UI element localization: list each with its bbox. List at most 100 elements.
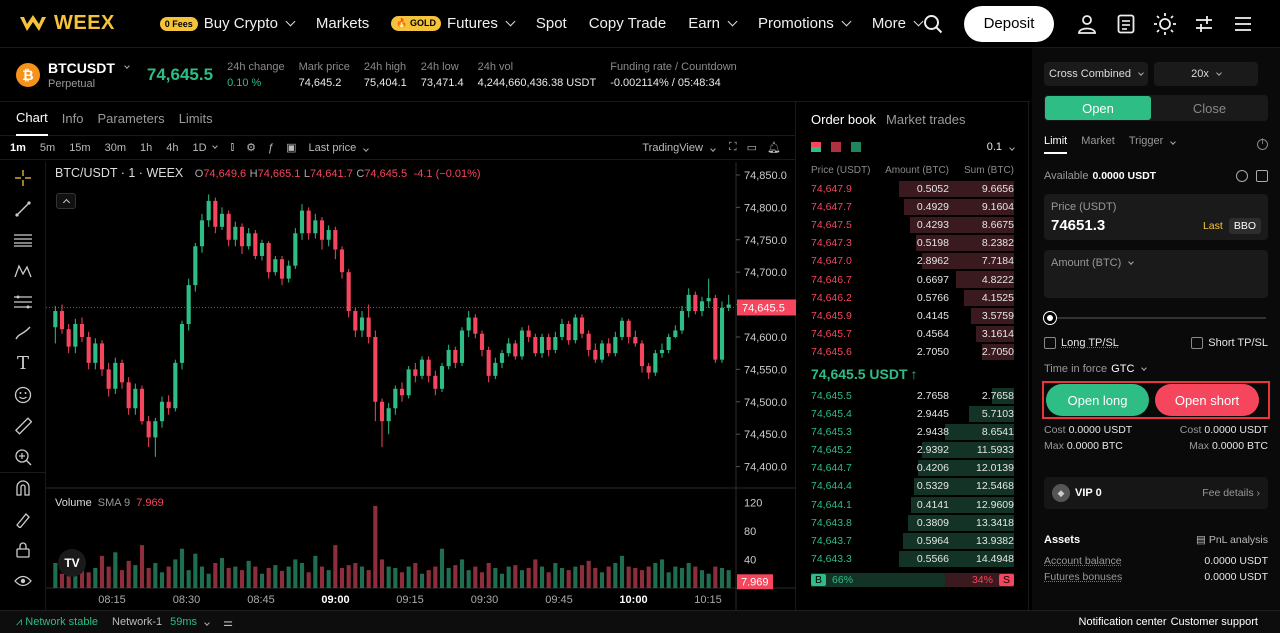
ask-row[interactable]: 74,647.3 0.5198 8.2382 bbox=[797, 234, 1028, 252]
fullscreen-icon[interactable]: ⛶ bbox=[729, 141, 737, 154]
timeframe-1d[interactable]: 1D bbox=[193, 142, 207, 154]
leverage-select[interactable]: 20x bbox=[1154, 62, 1258, 86]
bbo-button[interactable]: BBO bbox=[1228, 217, 1261, 234]
bid-row[interactable]: 74,645.2 2.9392 11.5933 bbox=[797, 441, 1028, 459]
timeframe-15m[interactable]: 15m bbox=[69, 142, 90, 154]
text-icon[interactable]: T bbox=[0, 348, 46, 379]
open-long-button[interactable]: Open long bbox=[1046, 384, 1149, 416]
ask-row[interactable]: 74,646.2 0.5766 4.1525 bbox=[797, 289, 1028, 307]
tab-parameters[interactable]: Parameters bbox=[97, 102, 164, 136]
horizontal-lines-icon[interactable] bbox=[0, 224, 46, 255]
tab-order-book[interactable]: Order book bbox=[811, 112, 876, 127]
bid-row[interactable]: 74,643.3 0.5566 14.4948 bbox=[797, 550, 1028, 568]
timeframe-chevron-icon[interactable] bbox=[211, 143, 218, 149]
bell-icon[interactable]: 🔔︎ bbox=[767, 141, 781, 154]
ask-row[interactable]: 74,647.0 2.8962 7.7184 bbox=[797, 252, 1028, 270]
indicators-icon[interactable]: ƒ bbox=[268, 142, 274, 154]
layout-icon[interactable]: ▭ bbox=[747, 141, 757, 154]
margin-mode-select[interactable]: Cross Combined bbox=[1044, 62, 1148, 86]
ask-row[interactable]: 74,647.9 0.5052 9.6656 bbox=[797, 180, 1028, 198]
view-both-icon[interactable] bbox=[811, 142, 821, 152]
precision-selector[interactable]: 0.1 bbox=[987, 141, 1015, 153]
nav-markets[interactable]: Markets bbox=[316, 15, 369, 32]
bid-row[interactable]: 74,644.7 0.4206 12.0139 bbox=[797, 459, 1028, 477]
brush-icon[interactable] bbox=[0, 317, 46, 348]
amount-slider[interactable] bbox=[1044, 311, 1268, 325]
lock-icon[interactable] bbox=[0, 534, 46, 565]
tab-info[interactable]: Info bbox=[62, 102, 84, 136]
notification-center-link[interactable]: Notification center bbox=[1079, 616, 1167, 628]
tradingview-selector[interactable]: TradingView bbox=[642, 142, 716, 154]
ask-row[interactable]: 74,646.7 0.6697 4.8222 bbox=[797, 270, 1028, 288]
network-selector[interactable]: Network-1 bbox=[112, 616, 162, 628]
weex-logo[interactable]: WEEX bbox=[18, 12, 124, 35]
nav-buy-crypto[interactable]: 0 Fees Buy Crypto bbox=[159, 15, 296, 32]
long-tpsl-checkbox[interactable] bbox=[1044, 337, 1056, 349]
ask-row[interactable]: 74,645.6 2.7050 2.7050 bbox=[797, 343, 1028, 361]
timeframe-5m[interactable]: 5m bbox=[40, 142, 55, 154]
bid-row[interactable]: 74,645.4 2.9445 5.7103 bbox=[797, 405, 1028, 423]
tab-limits[interactable]: Limits bbox=[179, 102, 213, 136]
open-short-button[interactable]: Open short bbox=[1155, 384, 1259, 416]
nav-copy-trade[interactable]: Copy Trade bbox=[589, 15, 667, 32]
ask-row[interactable]: 74,645.7 0.4564 3.1614 bbox=[797, 325, 1028, 343]
candlestick-chart[interactable]: 74,850.074,800.074,750.074,700.074,650.0… bbox=[46, 162, 796, 610]
stat-funding-rate[interactable]: Funding rate / Countdown -0.002114% / 05:… bbox=[610, 61, 737, 89]
tradingview-logo-icon[interactable]: TV bbox=[58, 549, 86, 577]
pnl-analysis-link[interactable]: ▤ PnL analysis bbox=[1196, 534, 1268, 546]
settings-sliders-icon[interactable] bbox=[1193, 13, 1215, 35]
trendline-icon[interactable] bbox=[0, 193, 46, 224]
vip-card[interactable]: ◆ VIP 0 Fee details › bbox=[1044, 477, 1268, 509]
draw-lock-icon[interactable] bbox=[0, 503, 46, 534]
nav-spot[interactable]: Spot bbox=[536, 15, 567, 32]
last-price-selector[interactable]: Last price bbox=[309, 142, 370, 154]
latency-selector[interactable]: 59ms bbox=[170, 616, 210, 628]
bid-row[interactable]: 74,643.7 0.5964 13.9382 bbox=[797, 532, 1028, 550]
nav-earn[interactable]: Earn bbox=[688, 15, 738, 32]
short-tpsl-checkbox[interactable] bbox=[1191, 337, 1204, 349]
nav-more[interactable]: More bbox=[872, 15, 924, 32]
info-icon[interactable]: i bbox=[1257, 137, 1268, 150]
tab-market-trades[interactable]: Market trades bbox=[886, 112, 965, 127]
bid-row[interactable]: 74,645.5 2.7658 2.7658 bbox=[797, 387, 1028, 405]
ask-row[interactable]: 74,647.7 0.4929 9.1604 bbox=[797, 198, 1028, 216]
view-asks-icon[interactable] bbox=[831, 142, 841, 152]
emoji-icon[interactable] bbox=[0, 379, 46, 410]
zoom-in-icon[interactable] bbox=[0, 441, 46, 472]
fee-details-link[interactable]: Fee details › bbox=[1202, 487, 1260, 499]
tab-chart[interactable]: Chart bbox=[16, 102, 48, 136]
crosshair-icon[interactable] bbox=[0, 162, 46, 193]
close-tab[interactable]: Close bbox=[1151, 96, 1268, 120]
eye-icon[interactable] bbox=[0, 565, 46, 596]
symbol-selector[interactable]: BTCUSDT Perpetual bbox=[48, 60, 130, 90]
magnet-icon[interactable] bbox=[0, 472, 46, 503]
view-bids-icon[interactable] bbox=[851, 142, 861, 152]
candle-type-icon[interactable]: ⫾ bbox=[231, 141, 235, 154]
amount-input[interactable]: Amount (BTC) bbox=[1044, 250, 1268, 298]
tab-limit[interactable]: Limit bbox=[1044, 135, 1068, 154]
nav-futures[interactable]: 🔥 GOLD Futures bbox=[391, 15, 516, 32]
camera-icon[interactable]: ▣ bbox=[286, 141, 296, 154]
bid-row[interactable]: 74,644.1 0.4141 12.9609 bbox=[797, 496, 1028, 514]
orders-icon[interactable] bbox=[1115, 13, 1137, 35]
ask-row[interactable]: 74,647.5 0.4293 8.6675 bbox=[797, 216, 1028, 234]
tab-trigger[interactable]: Trigger bbox=[1129, 135, 1177, 154]
price-input[interactable]: Price (USDT) 74651.3 Last BBO bbox=[1044, 194, 1268, 240]
indicator-settings-icon[interactable]: ⚙ bbox=[246, 141, 256, 154]
time-in-force[interactable]: Time in force GTC bbox=[1032, 363, 1280, 375]
timeframe-4h[interactable]: 4h bbox=[166, 142, 178, 154]
menu-icon[interactable] bbox=[1232, 13, 1254, 35]
pattern-icon[interactable] bbox=[0, 255, 46, 286]
ruler-icon[interactable] bbox=[0, 410, 46, 441]
ask-row[interactable]: 74,645.9 0.4145 3.5759 bbox=[797, 307, 1028, 325]
status-settings-icon[interactable]: ⚌ bbox=[223, 616, 233, 629]
theme-sun-icon[interactable] bbox=[1154, 12, 1176, 35]
collapse-legend-button[interactable] bbox=[56, 193, 76, 209]
last-price-button[interactable]: Last bbox=[1203, 220, 1223, 232]
slider-thumb[interactable] bbox=[1044, 312, 1056, 324]
timeframe-30m[interactable]: 30m bbox=[105, 142, 126, 154]
deposit-button[interactable]: Deposit bbox=[964, 5, 1054, 42]
search-icon[interactable] bbox=[922, 13, 944, 35]
calculator-icon[interactable] bbox=[1256, 170, 1268, 182]
transfer-icon[interactable] bbox=[1236, 170, 1248, 182]
